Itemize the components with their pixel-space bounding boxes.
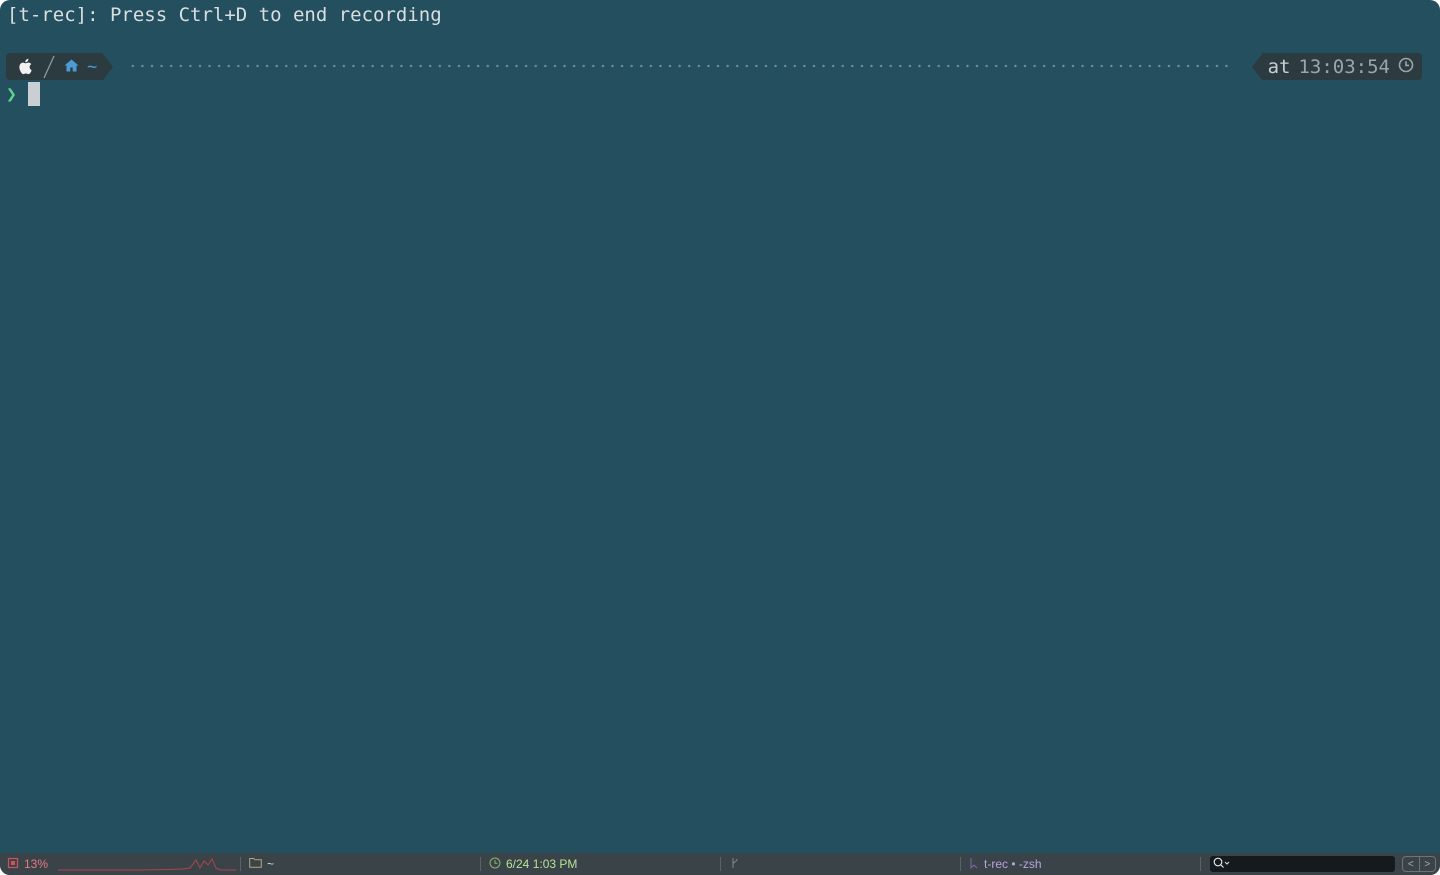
nav-buttons: < >: [1402, 856, 1436, 872]
terminal-window[interactable]: [t-rec]: Press Ctrl+D to end recording ~…: [0, 0, 1440, 875]
forward-button[interactable]: >: [1418, 857, 1436, 871]
at-label: at: [1267, 55, 1291, 78]
prompt-time: at 13:03:54: [1261, 53, 1422, 80]
process-icon: [969, 857, 979, 872]
apple-icon: [6, 53, 46, 80]
cpu-sparkline: [58, 857, 236, 871]
home-icon: [64, 57, 79, 77]
command-input-line[interactable]: ❯: [6, 81, 40, 107]
prompt-dir-text: ~: [87, 56, 98, 77]
recording-banner: [t-rec]: Press Ctrl+D to end recording: [7, 4, 442, 26]
prompt-directory: ~: [58, 53, 104, 80]
job-value: t-rec • -zsh: [984, 857, 1042, 871]
directory-value: ~: [267, 857, 275, 871]
back-button[interactable]: <: [1403, 857, 1419, 871]
search-icon: [1213, 857, 1231, 872]
prompt-right-segment: at 13:03:54: [1251, 53, 1422, 80]
clock-icon: [1398, 56, 1414, 78]
folder-icon: [249, 857, 262, 871]
time-value: 13:03:54: [1298, 55, 1390, 78]
cpu-status[interactable]: 13%: [7, 853, 48, 875]
directory-status[interactable]: ~: [249, 853, 274, 875]
datetime-value: 6/24 1:03 PM: [506, 857, 578, 871]
prompt-char: ❯: [6, 83, 17, 105]
job-status[interactable]: t-rec • -zsh: [969, 853, 1042, 875]
search-input[interactable]: [1210, 856, 1395, 872]
status-bar: 13% ~ 6/24 1:03 PM t-rec • -zsh < >: [0, 853, 1440, 875]
git-status[interactable]: [730, 853, 740, 875]
segment-separator: [43, 53, 58, 80]
cpu-value: 13%: [24, 857, 49, 871]
prompt-filler-dots: [128, 58, 1228, 74]
segment-arrow-right: [103, 53, 114, 80]
segment-arrow-left: [1251, 53, 1262, 80]
cpu-icon: [7, 857, 19, 872]
datetime-status[interactable]: 6/24 1:03 PM: [489, 853, 577, 875]
text-cursor: [28, 82, 40, 106]
git-branch-icon: [730, 857, 740, 872]
prompt-left-segment: ~: [6, 53, 122, 80]
clock-icon: [489, 857, 501, 872]
